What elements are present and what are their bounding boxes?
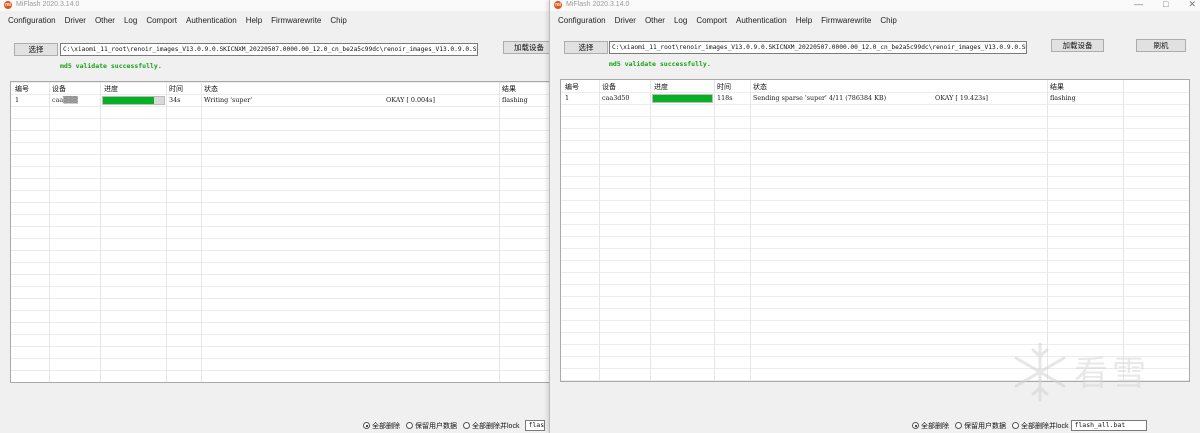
menu-configuration[interactable]: Configuration [8, 16, 56, 25]
radio-icon[interactable] [1012, 422, 1019, 429]
rom-path-input[interactable]: C:\xiaomi_11_root\renoir_images_V13.0.9.… [609, 41, 1027, 54]
row-device: caa▒▒▒ [52, 96, 78, 104]
col-status-header: 状态 [204, 86, 218, 93]
option-clean-all-label: 全部删除 [921, 422, 949, 430]
row-time: 34s [169, 96, 181, 104]
option-clean-all-lock[interactable]: 全部删除并lock [463, 421, 519, 431]
row-time: 118s [717, 94, 733, 102]
menu-bar: Configuration Driver Other Log Comport A… [0, 13, 556, 27]
row-result: flashing [1050, 94, 1076, 102]
row-result: flashing [502, 96, 528, 104]
option-clean-all-lock[interactable]: 全部删除并lock [1012, 421, 1068, 431]
menu-chip[interactable]: Chip [330, 16, 346, 25]
row-id: 1 [565, 94, 570, 102]
menu-help[interactable]: Help [796, 16, 812, 25]
option-clean-all-lock-label: 全部删除并lock [1021, 422, 1069, 430]
row-status: Sending sparse 'super' 4/11 (786384 KB) [753, 94, 887, 102]
col-id-header: 编号 [565, 84, 579, 91]
table-row[interactable]: 1 caa3d50 118s Sending sparse 'super' 4/… [561, 93, 1189, 104]
row-okay-log: OKAY [ 0.004s] [386, 96, 435, 104]
watermark-text: 看雪 [1074, 354, 1150, 394]
col-id-header: 编号 [15, 86, 29, 93]
menu-firmwarewrite[interactable]: Firmwarewrite [821, 16, 871, 25]
radio-icon[interactable] [463, 422, 470, 429]
option-clean-all[interactable]: 全部删除 [363, 421, 400, 431]
rom-path-input[interactable]: C:\xiaomi_11_root\renoir_images_V13.0.9.… [60, 43, 478, 56]
flash-options: 全部删除 保留用户数据 全部删除并lock flash_all.bat [363, 419, 546, 432]
col-time-header: 时间 [169, 86, 183, 93]
menu-authentication[interactable]: Authentication [736, 16, 787, 25]
option-save-user-data[interactable]: 保留用户数据 [955, 421, 1006, 431]
row-progress-fill [103, 97, 154, 104]
kanxue-watermark: 看雪 [1012, 340, 1172, 410]
window-controls: — □ ✕ [1134, 0, 1196, 10]
app-logo-icon: mi [554, 1, 562, 9]
row-okay-log: OKAY [ 19.423s] [935, 94, 989, 102]
col-status-header: 状态 [753, 84, 767, 91]
radio-icon[interactable] [955, 422, 962, 429]
menu-configuration[interactable]: Configuration [558, 16, 606, 25]
col-progress-header: 进度 [104, 86, 118, 93]
device-table: 编号 设备 进度 时间 状态 结果 1 caa3d50 118s Sending… [560, 79, 1190, 382]
close-icon[interactable]: ✕ [1188, 0, 1196, 10]
menu-comport[interactable]: Comport [696, 16, 727, 25]
window-title: MiFlash 2020.3.14.0 [566, 1, 630, 8]
row-device: caa3d50 [602, 94, 630, 102]
row-progress-bar [102, 96, 165, 105]
row-progress-fill [653, 95, 712, 102]
menu-chip[interactable]: Chip [880, 16, 896, 25]
menu-firmwarewrite[interactable]: Firmwarewrite [271, 16, 321, 25]
script-select[interactable]: flash_all.bat [525, 420, 546, 431]
menu-other[interactable]: Other [95, 16, 115, 25]
menu-help[interactable]: Help [246, 16, 262, 25]
row-status: Writing 'super' [204, 96, 253, 104]
minimize-icon[interactable]: — [1134, 0, 1143, 10]
menu-driver[interactable]: Driver [65, 16, 86, 25]
option-clean-all-lock-label: 全部删除并lock [472, 422, 520, 430]
table-row[interactable]: 1 caa▒▒▒ 34s Writing 'super' OKAY [ 0.00… [11, 95, 555, 106]
col-device-header: 设备 [52, 86, 66, 93]
menu-bar: Configuration Driver Other Log Comport A… [550, 13, 1200, 27]
table-header: 编号 设备 进度 时间 状态 结果 [11, 83, 555, 94]
option-save-user-data-label: 保留用户数据 [415, 422, 457, 430]
menu-log[interactable]: Log [674, 16, 687, 25]
device-table: 编号 设备 进度 时间 状态 结果 1 caa▒▒▒ 34s Writing '… [10, 81, 556, 383]
snowflake-icon [1014, 342, 1066, 402]
window-title: MiFlash 2020.3.14.0 [16, 1, 80, 8]
option-clean-all[interactable]: 全部删除 [912, 421, 949, 431]
menu-comport[interactable]: Comport [146, 16, 177, 25]
col-progress-header: 进度 [654, 84, 668, 91]
col-device-header: 设备 [602, 84, 616, 91]
option-clean-all-label: 全部删除 [372, 422, 400, 430]
option-save-user-data-label: 保留用户数据 [964, 422, 1006, 430]
flash-options: 全部删除 保留用户数据 全部删除并lock flash_all.bat [912, 419, 1148, 432]
col-result-header: 结果 [502, 86, 516, 93]
maximize-icon[interactable]: □ [1163, 0, 1168, 10]
app-logo-icon: mi [4, 1, 12, 9]
flash-button[interactable]: 刷机 [1136, 39, 1186, 52]
row-id: 1 [15, 96, 20, 104]
load-device-button[interactable]: 加载设备 [1051, 39, 1104, 52]
title-bar: mi MiFlash 2020.3.14.0 — □ ✕ [550, 0, 1200, 11]
radio-selected-icon[interactable] [912, 422, 919, 429]
menu-driver[interactable]: Driver [615, 16, 636, 25]
radio-selected-icon[interactable] [363, 422, 370, 429]
validate-message: md5 validate successfully. [609, 60, 711, 68]
col-result-header: 结果 [1050, 84, 1064, 91]
menu-log[interactable]: Log [124, 16, 137, 25]
col-time-header: 时间 [717, 84, 731, 91]
table-header: 编号 设备 进度 时间 状态 结果 [561, 81, 1189, 92]
option-save-user-data[interactable]: 保留用户数据 [406, 421, 457, 431]
title-bar: mi MiFlash 2020.3.14.0 [0, 0, 556, 11]
radio-icon[interactable] [406, 422, 413, 429]
menu-other[interactable]: Other [645, 16, 665, 25]
select-folder-button[interactable]: 选择 [564, 41, 608, 54]
miflash-window-left: mi MiFlash 2020.3.14.0 Configuration Dri… [0, 0, 556, 433]
script-select[interactable]: flash_all.bat [1071, 420, 1148, 431]
row-progress-bar [652, 94, 713, 103]
select-folder-button[interactable]: 选择 [14, 43, 58, 56]
menu-authentication[interactable]: Authentication [186, 16, 237, 25]
validate-message: md5 validate successfully. [60, 62, 162, 70]
load-device-button[interactable]: 加载设备 [503, 41, 555, 54]
